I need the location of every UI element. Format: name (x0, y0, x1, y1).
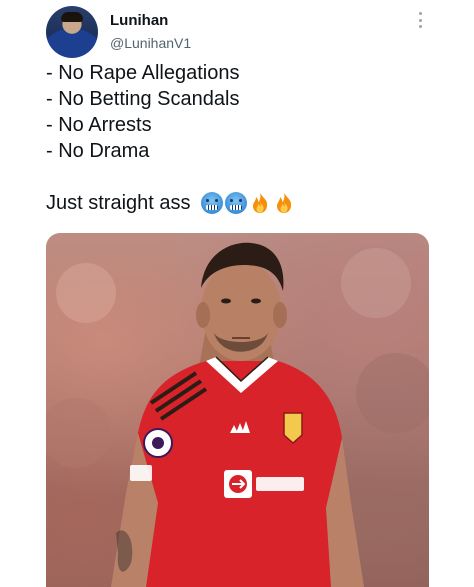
author-display-name[interactable]: Lunihan (110, 12, 168, 30)
tweet-text-line: - No Rape Allegations (46, 62, 240, 84)
more-options-icon[interactable] (414, 12, 426, 28)
tweet-text-line: - No Drama (46, 140, 150, 162)
avatar[interactable] (46, 6, 98, 58)
tweet-media-photo[interactable] (46, 233, 429, 587)
tagline-text: Just straight ass (46, 192, 191, 214)
fire-emoji-icon (249, 192, 271, 214)
fire-emoji-icon (273, 192, 295, 214)
author-handle[interactable]: @LunihanV1 (110, 35, 191, 52)
tweet-card: Lunihan @LunihanV1 - No Rape Allegations… (0, 0, 474, 587)
cold-face-emoji-icon (224, 192, 247, 214)
tweet-text: - No Rape Allegations - No Betting Scand… (46, 60, 239, 164)
tweet-text-line: - No Arrests (46, 114, 152, 136)
cold-face-emoji-icon (200, 192, 223, 214)
avatar-hair (61, 12, 83, 22)
tweet-text-line: - No Betting Scandals (46, 88, 240, 110)
player-photo (46, 242, 429, 587)
tweet-tagline: Just straight ass (46, 190, 295, 216)
